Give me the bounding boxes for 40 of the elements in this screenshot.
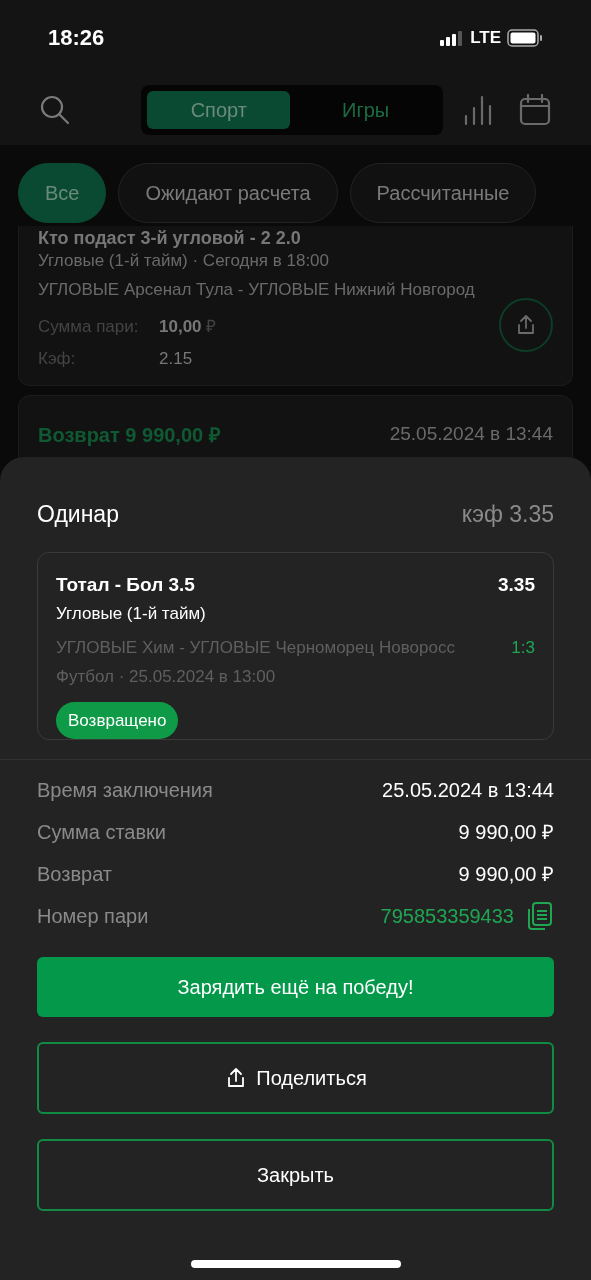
selection-odds: 3.35: [498, 572, 535, 597]
filter-chip[interactable]: Все: [18, 162, 107, 223]
detail-label: Сумма ставки: [37, 819, 166, 845]
tab[interactable]: Спорт: [147, 91, 291, 129]
detail-value: 9 990,00 ₽: [458, 819, 554, 845]
status-badge: Возвращено: [56, 701, 179, 739]
calendar-icon[interactable]: [519, 94, 551, 126]
bet-market: Угловые (1-й тайм) · Сегодня в 18:00: [38, 250, 331, 272]
status-time: 18:26: [48, 24, 105, 52]
sheet-odds: кэф 3.35: [461, 500, 554, 529]
bet-title: Кто подаст 3-й угловой - 2 2.0: [38, 228, 302, 248]
bet-number: 795853359433: [380, 903, 514, 929]
close-button[interactable]: Закрыть: [37, 1138, 554, 1211]
sheet-title: Одинар: [37, 500, 119, 529]
copy-icon[interactable]: [526, 900, 554, 931]
selection-sport-date: Футбол · 25.05.2024 в 13:00: [56, 666, 277, 688]
bet-event: УГЛОВЫЕ Арсенал Тула - УГЛОВЫЕ Нижний Новгород: [38, 278, 476, 301]
currency-sign: ₽: [205, 316, 216, 338]
return-date: 25.05.2024 в 13:44: [389, 422, 553, 446]
odds-value: 2.15: [159, 347, 193, 370]
recharge-button[interactable]: Зарядить ещё на победу!: [37, 956, 554, 1017]
filter-chip[interactable]: Рассчитанные: [349, 162, 537, 223]
selection-score: 1:3: [511, 636, 535, 659]
detail-value: 25.05.2024 в 13:44: [382, 777, 554, 803]
tab[interactable]: Игры: [294, 91, 437, 129]
share-button[interactable]: [499, 298, 553, 352]
battery-icon: [507, 28, 543, 47]
selection-title: Тотал - Бол 3.5: [56, 572, 195, 597]
detail-label: Номер пари: [37, 903, 149, 929]
return-amount: Возврат 9 990,00 ₽: [38, 423, 221, 448]
filter-chip[interactable]: Ожидают расчета: [118, 162, 338, 223]
share-button[interactable]: Поделиться: [37, 1041, 554, 1114]
detail-label: Возврат: [37, 861, 112, 887]
network-label: LTE: [470, 26, 501, 49]
stake-value: 10,00: [159, 316, 202, 338]
selection-event: УГЛОВЫЕ Хим - УГЛОВЫЕ Черноморец Новоросс: [56, 636, 455, 659]
detail-value: 9 990,00 ₽: [458, 861, 554, 887]
selection-market: Угловые (1-й тайм): [56, 603, 207, 625]
signal-icon: [440, 29, 465, 46]
detail-label: Время заключения: [37, 777, 213, 803]
